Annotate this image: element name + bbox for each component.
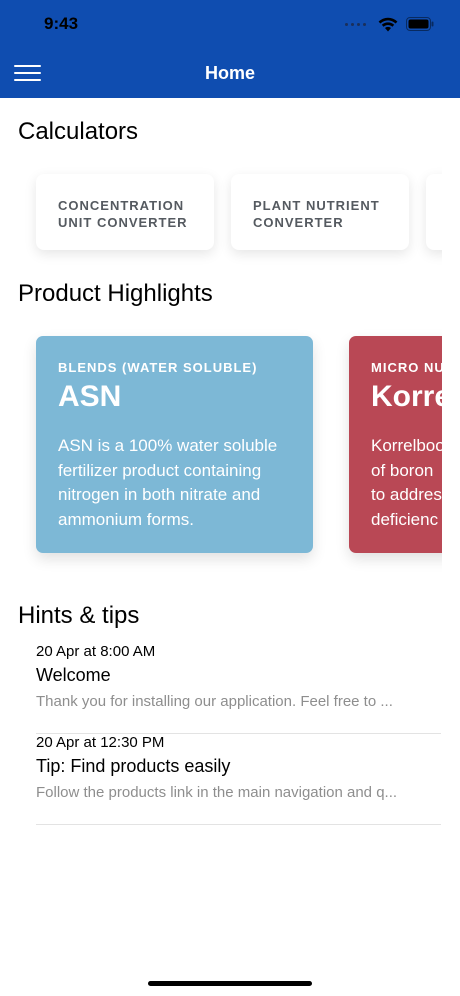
calculators-heading: Calculators [18,118,139,145]
app-header: 9:43 Home [0,0,460,98]
home-indicator[interactable] [148,981,312,986]
product-description: Korrelboo of boron to addres deficienc [371,436,442,529]
product-category: MICRO NU [371,360,442,375]
product-card-korrelboor[interactable]: MICRO NU Korre Korrelboo of boron to add… [349,336,442,553]
status-icons [345,16,434,32]
battery-icon [406,17,434,31]
hint-date: 20 Apr at 8:00 AM [36,643,156,660]
hint-date: 20 Apr at 12:30 PM [36,734,165,751]
calculators-carousel[interactable]: CONCENTRATION UNIT CONVERTER PLANT NUTRI… [0,150,442,270]
product-category: BLENDS (WATER SOLUBLE) [58,360,258,375]
hint-title: Tip: Find products easily [36,756,231,776]
hint-body: Follow the products link in the main nav… [36,784,398,801]
product-highlights-heading: Product Highlights [18,280,213,307]
product-card-asn[interactable]: BLENDS (WATER SOLUBLE) ASN ASN is a 100%… [36,336,313,553]
product-name: ASN [58,380,122,413]
status-time: 9:43 [44,14,79,33]
calculator-card-next[interactable] [426,174,442,250]
status-bar: 9:43 [0,0,460,48]
hint-item-find-products[interactable]: 20 Apr at 12:30 PM Tip: Find products ea… [36,734,441,825]
calculator-card-label: CONCENTRATION UNIT CONVERTER [58,198,188,230]
calculator-card-concentration[interactable]: CONCENTRATION UNIT CONVERTER [36,174,214,250]
product-description: ASN is a 100% water soluble fertilizer p… [58,436,278,529]
hint-title: Welcome [36,665,111,685]
calculator-card-plant-nutrient[interactable]: PLANT NUTRIENT CONVERTER [231,174,409,250]
home-screen: 9:43 Home Calculators CONCENTRATION UNIT… [0,0,460,996]
product-highlights-carousel[interactable]: BLENDS (WATER SOLUBLE) ASN ASN is a 100%… [0,320,442,580]
calculator-card-label: PLANT NUTRIENT CONVERTER [253,198,380,230]
wifi-icon [378,17,398,31]
cellular-signal-icon [345,22,366,26]
page-title: Home [204,63,255,83]
hints-heading: Hints & tips [18,602,140,629]
product-name: Korre [371,380,442,413]
hint-item-welcome[interactable]: 20 Apr at 8:00 AM Welcome Thank you for … [36,643,441,734]
hint-body: Thank you for installing our application… [36,693,393,710]
navigation-bar: Home [0,48,460,98]
